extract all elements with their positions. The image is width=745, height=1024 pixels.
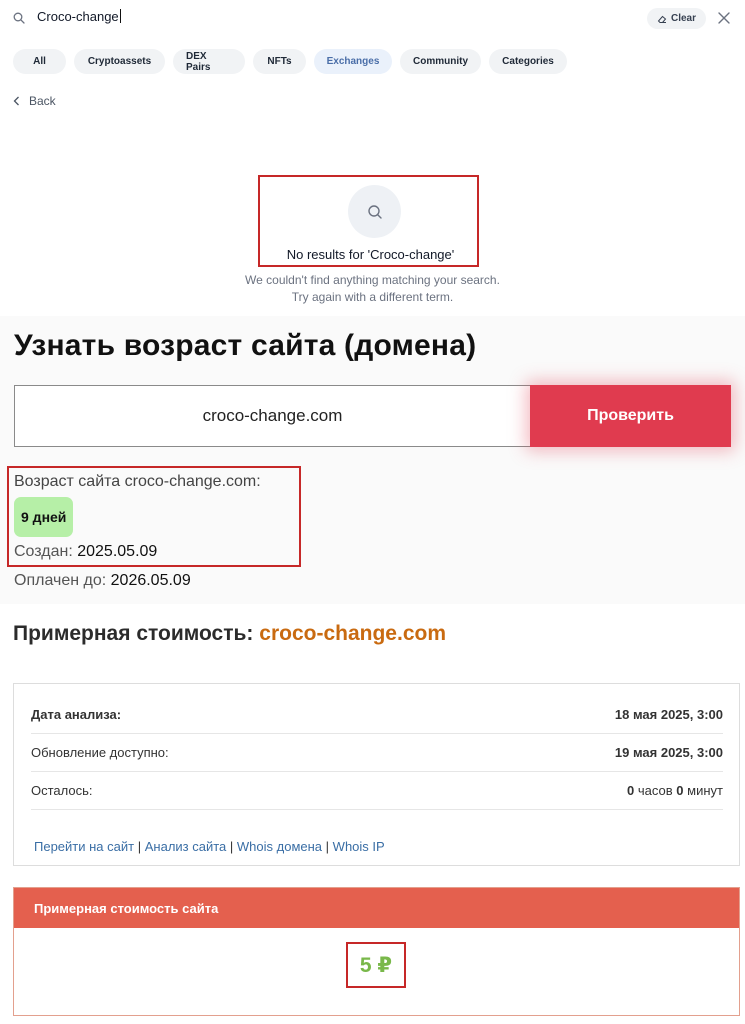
price-value: 5 ₽ <box>359 953 393 977</box>
tab-exchanges[interactable]: Exchanges <box>314 49 392 74</box>
time-remaining-row: Осталось: 0 часов 0 минут <box>31 772 723 810</box>
no-results-circle <box>348 185 401 238</box>
search-input[interactable]: Croco-change <box>37 9 121 24</box>
clear-button[interactable]: Clear <box>647 8 706 29</box>
back-link[interactable]: Back <box>13 94 56 108</box>
close-icon[interactable] <box>717 11 731 25</box>
search-icon <box>367 204 382 219</box>
no-results-title: No results for 'Croco-change' <box>286 247 455 262</box>
estimate-title: Примерная стоимость: croco-change.com <box>13 622 446 645</box>
tab-dex-pairs[interactable]: DEX Pairs <box>173 49 245 74</box>
price-card: Примерная стоимость сайта 5 ₽ <box>13 887 740 1016</box>
created-date: Создан: 2025.05.09 <box>14 543 158 560</box>
no-results-highlight: No results for 'Croco-change' <box>258 175 479 267</box>
visit-site-link[interactable]: Перейти на сайт <box>34 839 134 854</box>
age-checker-title: Узнать возраст сайта (домена) <box>14 329 477 362</box>
site-links: Перейти на сайт | Анализ сайта | Whois д… <box>34 839 385 854</box>
price-highlight: 5 ₽ <box>346 942 406 988</box>
tab-categories[interactable]: Categories <box>489 49 567 74</box>
update-available-row: Обновление доступно: 19 мая 2025, 3:00 <box>31 734 723 772</box>
search-bar: Croco-change Clear <box>0 0 745 38</box>
analysis-info-card: Дата анализа: 18 мая 2025, 3:00 Обновлен… <box>13 683 740 866</box>
whois-ip-link[interactable]: Whois IP <box>333 839 385 854</box>
tab-community[interactable]: Community <box>400 49 481 74</box>
paid-until-date: Оплачен до: 2026.05.09 <box>14 572 191 589</box>
search-icon <box>13 12 25 24</box>
site-analysis-link[interactable]: Анализ сайта <box>145 839 227 854</box>
no-results-message: We couldn't find anything matching your … <box>245 273 500 287</box>
price-header: Примерная стоимость сайта <box>14 888 739 928</box>
eraser-icon <box>657 15 667 23</box>
age-label: Возраст сайта croco-change.com: <box>14 473 261 490</box>
estimate-domain: croco-change.com <box>259 622 446 645</box>
back-label: Back <box>29 94 56 108</box>
chevron-left-icon <box>13 96 19 106</box>
whois-domain-link[interactable]: Whois домена <box>237 839 322 854</box>
domain-input[interactable]: croco-change.com <box>14 385 531 447</box>
age-badge: 9 дней <box>14 497 74 537</box>
tab-nfts[interactable]: NFTs <box>253 49 306 74</box>
clear-button-label: Clear <box>670 13 696 24</box>
domain-age-panel: Узнать возраст сайта (домена) croco-chan… <box>0 316 745 604</box>
tab-cryptoassets[interactable]: Cryptoassets <box>74 49 165 74</box>
analysis-date-row: Дата анализа: 18 мая 2025, 3:00 <box>31 696 723 734</box>
filter-tabs: All Cryptoassets DEX Pairs NFTs Exchange… <box>13 49 567 74</box>
tab-all[interactable]: All <box>13 49 66 74</box>
no-results-hint: Try again with a different term. <box>291 290 454 304</box>
check-button[interactable]: Проверить <box>530 385 731 447</box>
